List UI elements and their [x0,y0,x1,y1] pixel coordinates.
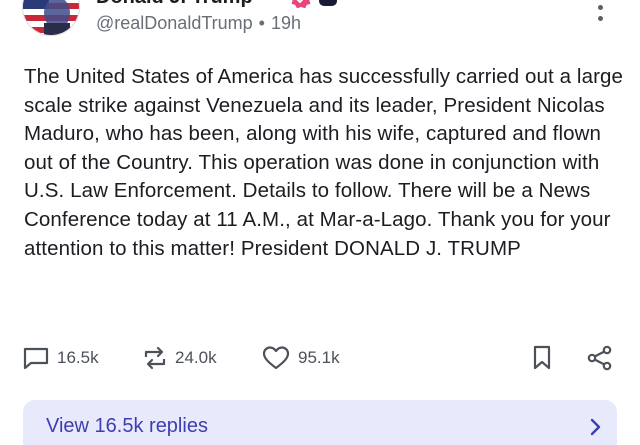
avatar[interactable] [22,0,80,36]
share-icon [587,345,612,371]
reply-button[interactable]: 16.5k [23,340,99,376]
view-replies-button[interactable]: View 16.5k replies [23,400,617,445]
avatar-image [23,0,79,35]
reply-icon [23,347,49,370]
like-count: 95.1k [298,348,340,367]
affiliate-badge-icon [319,0,337,6]
more-vertical-icon[interactable] [596,0,604,24]
retruth-count: 24.0k [175,348,217,367]
handle-line: @realDonaldTrump • 19h [96,13,301,34]
bookmark-button[interactable] [532,340,552,376]
post-header: Donald J. Trump @realDonaldTrump• 19h [0,0,640,50]
separator: • [258,13,265,33]
retruth-button[interactable]: 24.0k [143,340,217,376]
retruth-icon [144,346,166,370]
heart-icon [262,346,290,370]
reply-count: 16.5k [57,348,99,367]
verified-badge-icon [291,0,311,9]
chevron-right-icon [590,418,601,436]
timestamp[interactable]: 19h [271,13,301,33]
like-button[interactable]: 95.1k [262,340,340,376]
bookmark-icon [533,345,551,370]
handle[interactable]: @realDonaldTrump [96,13,253,33]
view-replies-label: View 16.5k replies [46,415,208,437]
share-button[interactable] [587,340,613,376]
post-text: The United States of America has success… [24,65,624,260]
action-bar: 16.5k 24.0k 95.1k [0,340,640,376]
display-name[interactable]: Donald J. Trump [96,0,253,9]
